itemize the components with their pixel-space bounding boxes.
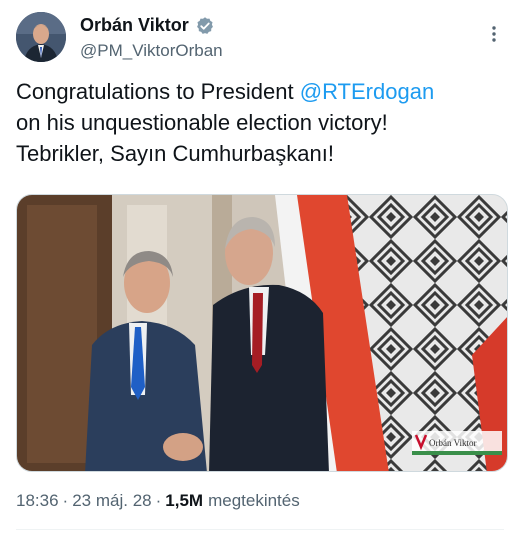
tweet-text-line3: Tebrikler, Sayın Cumhurbaşkanı! [16,141,334,166]
tweet-meta: 18:36 · 23 máj. 28 · 1,5M megtekintés [16,491,300,511]
tweet-text-line2: on his unquestionable election victory! [16,110,388,135]
tweet-date[interactable]: 23 máj. 28 [72,491,151,511]
tweet-text-line1: Congratulations to President [16,79,300,104]
tweet-time[interactable]: 18:36 [16,491,59,511]
author-display-name[interactable]: Orbán Viktor [80,15,189,36]
meta-separator: · [155,491,162,510]
verified-badge-icon [196,16,213,34]
divider [16,529,504,530]
views-label: megtekintés [208,491,300,510]
tweet-photo[interactable]: Orbán Viktor [16,194,508,472]
views-count: 1,5M [165,491,204,510]
watermark-text: Orbán Viktor [429,438,477,448]
meta-separator: · [62,491,69,510]
more-options-icon[interactable] [484,24,504,44]
mention-link[interactable]: @RTErdogan [300,79,434,104]
author-handle[interactable]: @PM_ViktorOrban [80,41,223,61]
tweet-text: Congratulations to President @RTErdogan … [16,76,504,169]
tweet-card[interactable]: Orbán Viktor @PM_ViktorOrban Congratulat… [0,0,520,540]
avatar[interactable] [16,12,66,62]
